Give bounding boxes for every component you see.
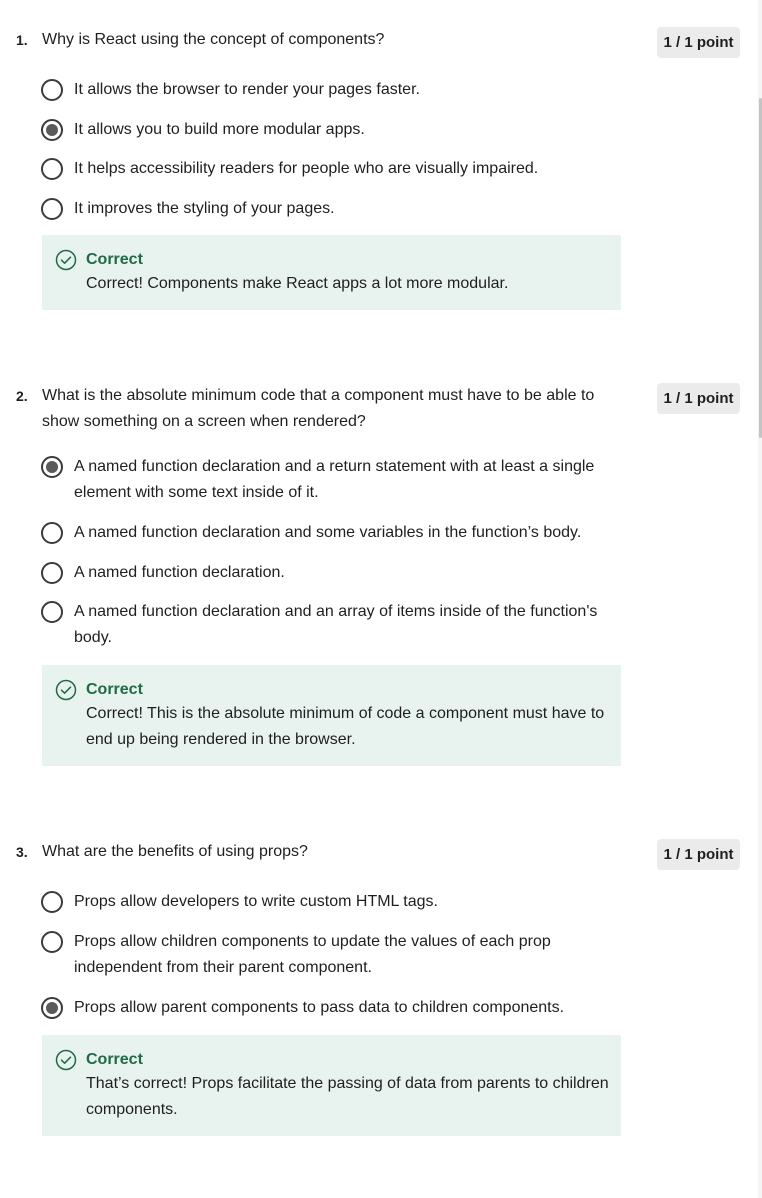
answer-option-label: It allows you to build more modular apps… — [74, 121, 365, 138]
feedback-panel: Correct Correct! This is the absolute mi… — [42, 665, 621, 766]
feedback-title: Correct — [86, 1051, 143, 1068]
question-text: What are the benefits of using props? — [42, 843, 308, 860]
question-text: What is the absolute minimum code that a… — [42, 387, 595, 430]
answer-option-label: It allows the browser to render your pag… — [74, 81, 420, 98]
answer-option-label: A named function declaration. — [74, 564, 285, 581]
question-number: 2. — [16, 388, 28, 404]
feedback-text: That’s correct! Props facilitate the pas… — [86, 1075, 609, 1118]
radio-button[interactable] — [41, 891, 63, 913]
radio-button[interactable] — [41, 198, 63, 220]
question-number: 3. — [16, 844, 28, 860]
radio-button[interactable] — [41, 601, 63, 623]
answer-option-label: A named function declaration and an arra… — [74, 603, 598, 646]
check-circle-icon — [55, 1049, 77, 1071]
check-circle-icon — [55, 249, 77, 271]
answer-option-label: Props allow developers to write custom H… — [74, 893, 438, 910]
feedback-text: Correct! This is the absolute minimum of… — [86, 705, 605, 748]
radio-button-selected[interactable] — [41, 997, 63, 1019]
answer-option-label: Props allow parent components to pass da… — [74, 999, 565, 1016]
points-badge: 1 / 1 point — [657, 27, 740, 58]
question-number: 1. — [16, 32, 28, 48]
points-badge: 1 / 1 point — [657, 383, 740, 414]
radio-button[interactable] — [41, 931, 63, 953]
points-badge: 1 / 1 point — [657, 839, 740, 870]
feedback-title: Correct — [86, 251, 143, 268]
answer-option-label: Props allow children components to updat… — [74, 933, 551, 976]
radio-button[interactable] — [41, 158, 63, 180]
radio-button-selected[interactable] — [41, 456, 63, 478]
feedback-panel: Correct Correct! Components make React a… — [42, 235, 621, 310]
answer-option-label: A named function declaration and a retur… — [74, 458, 595, 501]
radio-button[interactable] — [41, 79, 63, 101]
question-text: Why is React using the concept of compon… — [42, 31, 385, 48]
radio-button[interactable] — [41, 562, 63, 584]
answer-option-label: A named function declaration and some va… — [74, 524, 582, 541]
answer-option-label: It helps accessibility readers for peopl… — [74, 160, 539, 177]
radio-button-selected[interactable] — [41, 119, 63, 141]
answer-option-label: It improves the styling of your pages. — [74, 200, 335, 217]
check-circle-icon — [55, 679, 77, 701]
feedback-text: Correct! Components make React apps a lo… — [86, 275, 509, 292]
feedback-panel: Correct That’s correct! Props facilitate… — [42, 1035, 621, 1136]
radio-button[interactable] — [41, 522, 63, 544]
feedback-title: Correct — [86, 681, 143, 698]
